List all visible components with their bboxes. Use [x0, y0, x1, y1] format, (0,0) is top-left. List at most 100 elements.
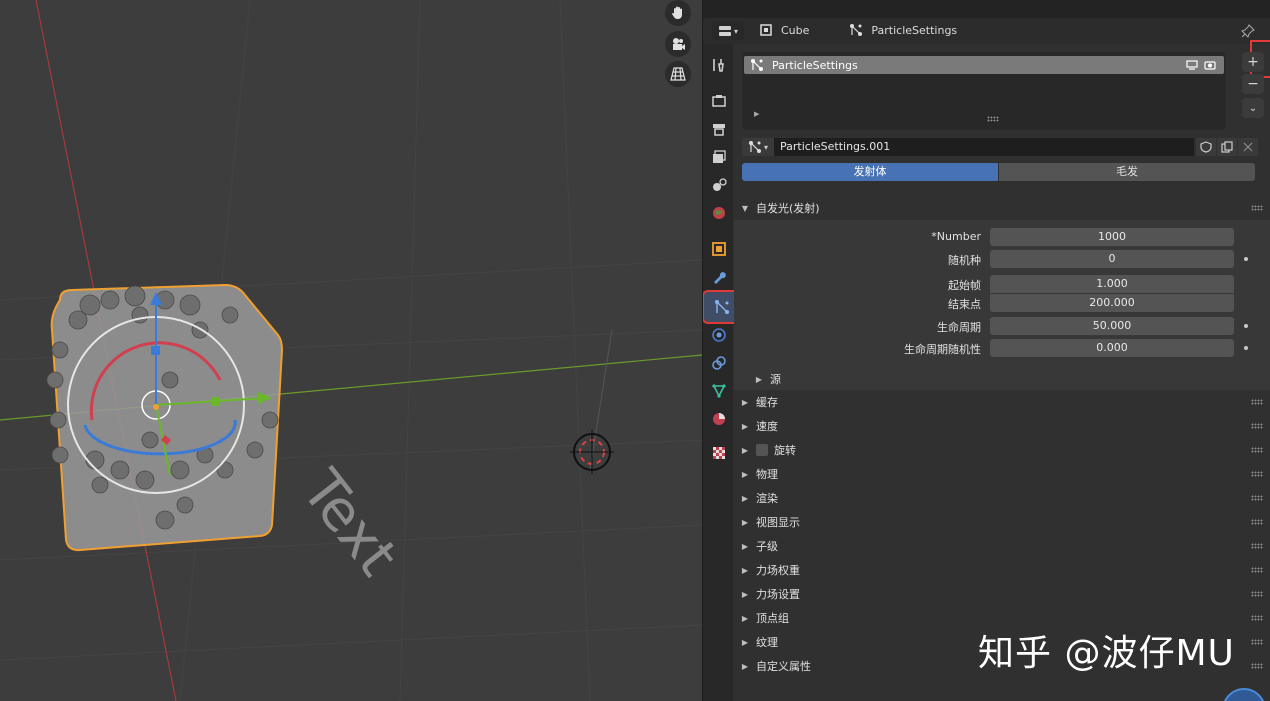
camera-icon[interactable]	[665, 31, 691, 57]
drag-grip-icon[interactable]	[1251, 399, 1263, 405]
particle-system-list[interactable]: ParticleSettings ▶	[742, 52, 1226, 130]
scene-icon	[713, 178, 727, 191]
tab-view-layer[interactable]	[706, 144, 732, 170]
chevron-down-icon: ▾	[763, 142, 768, 152]
drag-grip-icon[interactable]	[1251, 639, 1263, 645]
cube-object[interactable]	[46, 283, 284, 552]
particles-icon	[751, 59, 763, 71]
keyframe-dot-icon[interactable]	[1244, 257, 1248, 261]
rotation-checkbox[interactable]	[756, 444, 768, 456]
drag-grip-icon[interactable]	[1251, 591, 1263, 597]
grid-icon[interactable]	[665, 61, 691, 87]
panel-title: 缓存	[756, 396, 778, 409]
panel-velocity-header[interactable]: ▶ 速度	[734, 414, 1270, 438]
drag-grip-icon[interactable]	[1251, 663, 1263, 669]
collapsed-arrow-icon: ▶	[741, 469, 749, 479]
seed-field[interactable]: 0	[990, 250, 1234, 268]
tab-world[interactable]	[706, 200, 732, 226]
panel-viewport-display-header[interactable]: ▶ 视图显示	[734, 510, 1270, 534]
scene-canvas[interactable]: Text	[0, 0, 702, 701]
keyframe-dot-icon[interactable]	[1244, 346, 1248, 350]
panel-field-weights-header[interactable]: ▶ 力场权重	[734, 558, 1270, 582]
panel-title: 子级	[756, 540, 778, 553]
drag-grip-icon[interactable]	[1251, 205, 1263, 211]
drag-grip-icon[interactable]	[1251, 519, 1263, 525]
panel-title: 自发光(发射)	[756, 202, 820, 215]
panel-force-field-header[interactable]: ▶ 力场设置	[734, 582, 1270, 606]
collapsed-arrow-icon: ▶	[741, 613, 749, 623]
panel-emission-header[interactable]: ▼ 自发光(发射)	[734, 196, 1270, 220]
breadcrumb-particles: ParticleSettings	[871, 23, 958, 37]
specials-menu-button[interactable]: ⌄	[1242, 98, 1264, 118]
datablock-name-field[interactable]: ParticleSettings.001	[774, 138, 1194, 156]
panel-render-header[interactable]: ▶ 渲染	[734, 486, 1270, 510]
panel-cache-header[interactable]: ▶ 缓存	[734, 390, 1270, 414]
watermark: 知乎 @波仔MU	[978, 633, 1235, 674]
fake-user-button[interactable]	[1196, 138, 1216, 156]
drag-grip-icon[interactable]	[1251, 471, 1263, 477]
view-layer-icon	[713, 150, 726, 163]
physics-icon	[712, 328, 726, 342]
panel-title: 视图显示	[756, 516, 800, 529]
hair-toggle[interactable]: 毛发	[999, 163, 1255, 181]
mesh-data-icon	[712, 384, 726, 398]
frame-end-field[interactable]: 200.000	[990, 294, 1234, 312]
tab-physics[interactable]	[706, 322, 732, 348]
tab-object[interactable]	[706, 236, 732, 262]
frame-start-field[interactable]: 1.000	[990, 275, 1234, 293]
browse-particles-button[interactable]: ▾	[742, 138, 774, 156]
lifetime-random-field[interactable]: 0.000	[990, 339, 1234, 357]
subpanel-source-header[interactable]: ▶ 源	[748, 367, 1248, 391]
remove-particle-system-button[interactable]: −	[1242, 74, 1264, 94]
resize-handle-icon[interactable]	[987, 116, 999, 122]
tab-constraints[interactable]	[706, 350, 732, 376]
tab-texture[interactable]	[706, 440, 732, 466]
tab-modifiers[interactable]	[706, 264, 732, 290]
panel-rotation-header[interactable]: ▶ 旋转	[734, 438, 1270, 462]
panel-title: 力场设置	[756, 588, 800, 601]
collapsed-arrow-icon: ▶	[741, 493, 749, 503]
emitter-toggle[interactable]: 发射体	[742, 163, 998, 181]
tab-scene[interactable]	[706, 172, 732, 198]
monitor-icon[interactable]	[1186, 60, 1198, 70]
particles-icon	[850, 24, 863, 36]
tab-tool[interactable]	[706, 52, 732, 78]
collapsed-arrow-icon: ▶	[755, 374, 763, 384]
expand-arrow-icon[interactable]: ▶	[754, 110, 759, 118]
drag-grip-icon[interactable]	[1251, 447, 1263, 453]
breadcrumb: Cube ParticleSettings	[759, 23, 957, 37]
pin-icon[interactable]	[1241, 24, 1255, 38]
tab-output[interactable]	[706, 116, 732, 142]
hand-icon[interactable]	[665, 0, 691, 26]
keyframe-dot-icon[interactable]	[1244, 324, 1248, 328]
expanded-arrow-icon: ▼	[741, 203, 749, 213]
lifetime-label: 生命周期	[937, 321, 981, 334]
list-item[interactable]: ParticleSettings	[744, 56, 1224, 74]
drag-grip-icon[interactable]	[1251, 543, 1263, 549]
collapsed-arrow-icon: ▶	[741, 637, 749, 647]
drag-grip-icon[interactable]	[1251, 615, 1263, 621]
duplicate-button[interactable]	[1217, 138, 1237, 156]
editor-type-button[interactable]: ▾	[712, 22, 744, 40]
add-particle-system-button[interactable]: +	[1242, 52, 1264, 72]
render-camera-icon[interactable]	[1204, 60, 1216, 70]
tab-render[interactable]	[706, 88, 732, 114]
panel-title: 自定义属性	[756, 660, 811, 673]
text-object[interactable]: Text	[288, 458, 410, 588]
3d-viewport[interactable]: Text	[0, 0, 702, 701]
particle-settings-datablock: ▾ ParticleSettings.001	[742, 138, 1258, 156]
lifetime-field[interactable]: 50.000	[990, 317, 1234, 335]
tab-data[interactable]	[706, 378, 732, 404]
drag-grip-icon[interactable]	[1251, 567, 1263, 573]
unlink-button[interactable]	[1238, 138, 1258, 156]
frame-end-row: 结束点 200.000	[734, 294, 1270, 312]
panel-children-header[interactable]: ▶ 子级	[734, 534, 1270, 558]
panel-physics-header[interactable]: ▶ 物理	[734, 462, 1270, 486]
panel-title: 速度	[756, 420, 778, 433]
material-icon	[713, 413, 725, 425]
number-field[interactable]: 1000	[990, 228, 1234, 246]
drag-grip-icon[interactable]	[1251, 495, 1263, 501]
drag-grip-icon[interactable]	[1251, 423, 1263, 429]
tab-material[interactable]	[706, 406, 732, 432]
close-icon	[1243, 142, 1253, 152]
